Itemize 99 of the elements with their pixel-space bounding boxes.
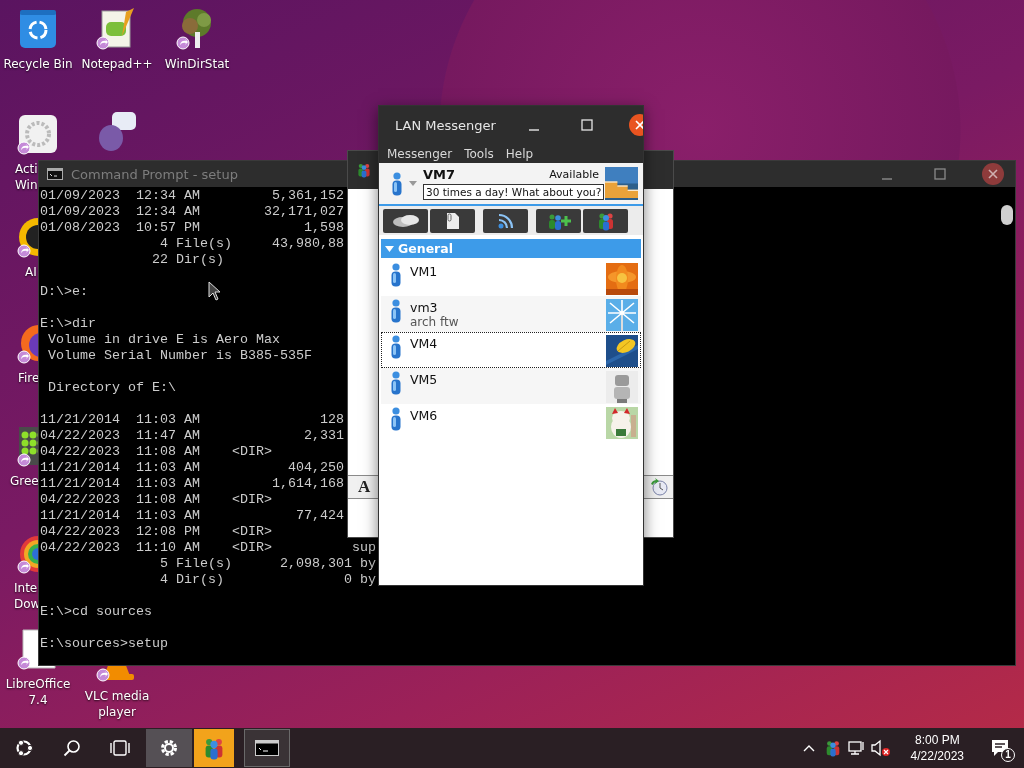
icon-label: VLC media: [84, 688, 150, 704]
console-line: Directory of E:\: [47, 380, 176, 396]
window-title: LAN Messenger: [395, 117, 496, 133]
console-line: 4 File(s) 43,980,88: [158, 236, 344, 252]
contact-row[interactable]: VM5: [381, 368, 641, 404]
taskbar-app-button[interactable]: [244, 729, 290, 767]
recycle-bin-icon[interactable]: [17, 8, 59, 50]
icon-label: AI: [25, 264, 37, 280]
console-line: 11/21/2014 11:03 AM 404,250: [40, 460, 344, 476]
clock[interactable]: 8:00 PM 4/22/2023: [898, 728, 976, 768]
console-line: E:\sources>setup: [40, 636, 168, 652]
console-line: 01/09/2023 12:34 AM 32,171,027: [40, 204, 344, 220]
console-line: 04/22/2023 11:10 AM <DIR> sup: [40, 540, 376, 556]
console-line: 04/22/2023 12:08 PM <DIR>: [40, 524, 272, 540]
contact-name: vm3: [410, 300, 438, 315]
clock-icon: [650, 478, 668, 496]
console-line: 01/09/2023 12:34 AM 5,361,152: [40, 188, 344, 204]
file-icon: [444, 211, 461, 230]
history-button[interactable]: [649, 477, 669, 497]
icon-label: 7.4: [28, 692, 48, 708]
console-line: 01/08/2023 10:57 PM 1,598: [40, 220, 344, 236]
close-icon: [981, 163, 1004, 185]
console-line: E:\>cd sources: [40, 604, 152, 620]
toolbar-button[interactable]: [536, 208, 581, 233]
menu-item[interactable]: Help: [499, 144, 540, 163]
contact-name: VM1: [410, 264, 438, 279]
chat-bubbles-icon: [390, 212, 421, 229]
toolbar-button[interactable]: [483, 208, 528, 233]
icon-label: player: [98, 704, 136, 720]
icon-label: Notepad++: [81, 56, 153, 72]
notification-badge: 1: [1001, 748, 1015, 762]
contact-name: VM4: [410, 336, 438, 351]
person-icon: [390, 263, 402, 287]
icon-label: Inte: [14, 580, 38, 596]
circle-logo-icon: [14, 738, 34, 758]
broadcast-icon: [496, 211, 515, 230]
maximize-icon: [933, 168, 946, 180]
icon-label: Gree: [10, 473, 39, 489]
terminal-icon: [47, 168, 63, 180]
console-line: 04/22/2023 11:08 AM <DIR>: [40, 444, 272, 460]
status-label[interactable]: Available: [549, 168, 599, 181]
console-line: 11/21/2014 11:03 AM 128: [40, 412, 344, 428]
taskbar-app-button[interactable]: [146, 729, 192, 767]
status-message-field[interactable]: 30 times a day! What about you?: [423, 184, 605, 200]
font-button[interactable]: A: [356, 477, 373, 497]
console-line: 04/22/2023 11:47 AM 2,331: [40, 428, 344, 444]
console-line: E:\>dir: [40, 316, 96, 332]
chat-bubble-icon[interactable]: [96, 110, 138, 152]
icon-label: Dow: [14, 596, 41, 612]
people-icon: [356, 162, 372, 178]
console-line: D:\>e:: [40, 284, 88, 300]
maximize-icon: [581, 119, 594, 131]
icon-label: Fire: [18, 370, 40, 386]
toolbar-button[interactable]: [583, 208, 628, 233]
chevron-up-icon: [802, 744, 815, 752]
terminal-icon: [255, 740, 279, 756]
search-icon: [63, 739, 81, 757]
caret-icon[interactable]: [409, 180, 417, 187]
contact-row[interactable]: VM4: [381, 332, 641, 368]
scroll-thumb[interactable]: [1001, 205, 1013, 225]
menu-item[interactable]: Messenger: [381, 144, 459, 163]
icon-label: WinDirStat: [164, 56, 230, 72]
contact-row[interactable]: vm3 arch ftw: [381, 296, 641, 332]
toolbar-button[interactable]: [430, 208, 475, 233]
mouse-pointer-icon: [208, 281, 222, 301]
console-line: 4 Dir(s) 0 by: [158, 572, 376, 588]
console-line: 04/22/2023 11:08 AM <DIR>: [40, 492, 272, 508]
user-name: VM7: [423, 167, 456, 182]
contact-note: arch ftw: [410, 315, 459, 330]
toolbar-button[interactable]: [383, 208, 428, 233]
console-line: 11/21/2014 11:03 AM 77,424: [40, 508, 344, 524]
person-icon: [390, 371, 402, 395]
dots-icon[interactable]: [17, 425, 38, 467]
gear-icon[interactable]: [17, 113, 59, 155]
icon-label: Win: [15, 177, 38, 193]
person-icon: [391, 171, 403, 196]
console-line: 5 File(s) 2,098,301 by: [158, 556, 376, 572]
volume-icon: [870, 739, 891, 757]
menu-item[interactable]: Tools: [458, 144, 500, 163]
window-title: Command Prompt - setup: [71, 166, 238, 182]
contact-name: VM5: [410, 372, 438, 387]
icon-label: LibreOffice: [5, 676, 71, 692]
gear-icon: [159, 738, 179, 758]
person-icon: [390, 299, 402, 323]
console-line: Volume in drive E is Aero Max: [47, 332, 280, 348]
triangle-icon: [385, 244, 394, 253]
contact-name: VM6: [410, 408, 438, 423]
icon-label: Recycle Bin: [3, 56, 73, 72]
minimize-icon: [881, 178, 892, 180]
console-line: 22 Dir(s): [150, 252, 224, 268]
person-icon: [390, 407, 402, 431]
console-line: Volume Serial Number is B385-535F: [47, 348, 312, 364]
minimize-icon: [529, 129, 540, 131]
console-line: 11/21/2014 11:03 AM 1,614,168: [40, 476, 344, 492]
window-stack-icon: [109, 740, 131, 756]
person-icon: [390, 335, 402, 359]
notification-button[interactable]: 1: [976, 728, 1024, 768]
icon-label: Acti: [15, 161, 38, 177]
network-icon: [847, 740, 866, 756]
